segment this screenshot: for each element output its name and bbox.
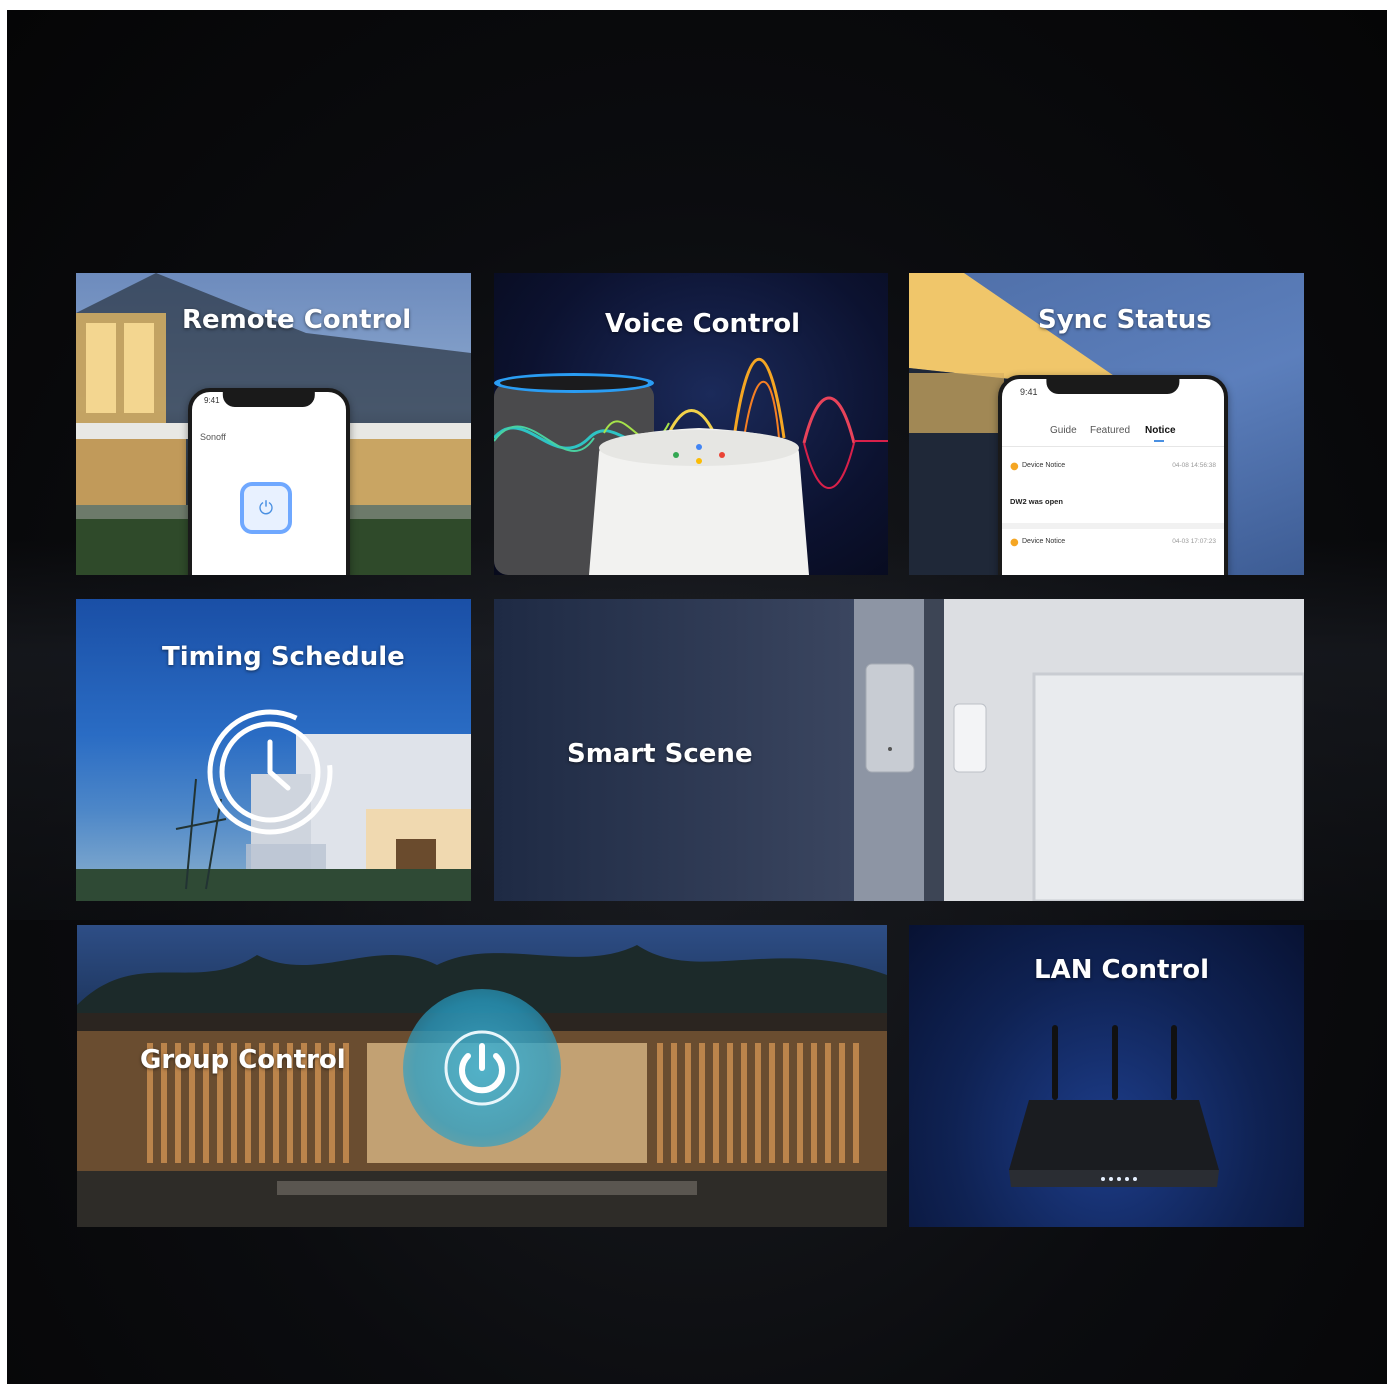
tile-title: Smart Scene bbox=[567, 739, 753, 769]
tile-title: Voice Control bbox=[605, 309, 801, 339]
active-tab-indicator bbox=[1154, 440, 1164, 442]
phone-mockup: 9:41 Sonoff ⏻ bbox=[188, 388, 350, 575]
notice-label: Device Notice bbox=[1022, 462, 1066, 469]
notice-item[interactable]: ● Device Notice 04-03 17:07:23 bbox=[1002, 529, 1224, 569]
tab-guide[interactable]: Guide bbox=[1050, 425, 1077, 436]
tile-sync-status[interactable]: Sync Status 9:41 Guide Featured Notice ●… bbox=[909, 273, 1304, 575]
power-icon: ⏻ bbox=[258, 497, 274, 519]
tab-featured[interactable]: Featured bbox=[1090, 425, 1130, 436]
tile-remote-control[interactable]: Remote Control 9:41 Sonoff ⏻ bbox=[76, 273, 471, 575]
phone-time: 9:41 bbox=[204, 396, 220, 405]
clock-icon bbox=[207, 709, 333, 835]
notice-time: 04-03 17:07:23 bbox=[1172, 538, 1216, 545]
phone-mockup: 9:41 Guide Featured Notice ● Device Noti… bbox=[998, 375, 1228, 575]
brand-logo: Sonoff bbox=[200, 432, 226, 442]
bell-icon: ● bbox=[1010, 537, 1019, 548]
power-icon bbox=[444, 1030, 520, 1106]
tile-title: Timing Schedule bbox=[162, 642, 405, 672]
power-button[interactable]: ⏻ bbox=[240, 482, 292, 534]
notice-item[interactable]: ● Device Notice 04-08 14:56:38 DW2 was o… bbox=[1002, 453, 1224, 523]
tile-smart-scene[interactable]: Smart Scene bbox=[494, 599, 1304, 901]
tab-notice[interactable]: Notice bbox=[1145, 425, 1176, 436]
tile-group-control[interactable]: Group Control bbox=[77, 925, 887, 1227]
tile-title: Remote Control bbox=[182, 305, 412, 335]
tile-title: Group Control bbox=[140, 1045, 346, 1075]
tile-timing-schedule[interactable]: Timing Schedule bbox=[76, 599, 471, 901]
tile-voice-control[interactable]: Voice Control bbox=[494, 273, 888, 575]
tile-lan-control[interactable]: LAN Control bbox=[909, 925, 1304, 1227]
phone-time: 9:41 bbox=[1020, 387, 1038, 397]
notice-time: 04-08 14:56:38 bbox=[1172, 462, 1216, 469]
notice-label: Device Notice bbox=[1022, 538, 1066, 545]
tile-title: Sync Status bbox=[1038, 305, 1212, 335]
page-background: Remote Control 9:41 Sonoff ⏻ Voice Contr… bbox=[7, 10, 1387, 1384]
tab-divider bbox=[1002, 446, 1224, 447]
power-button[interactable] bbox=[403, 989, 561, 1147]
router-icon bbox=[1009, 1025, 1219, 1187]
notice-message: DW2 was open bbox=[1010, 497, 1063, 506]
bell-icon: ● bbox=[1010, 461, 1019, 472]
